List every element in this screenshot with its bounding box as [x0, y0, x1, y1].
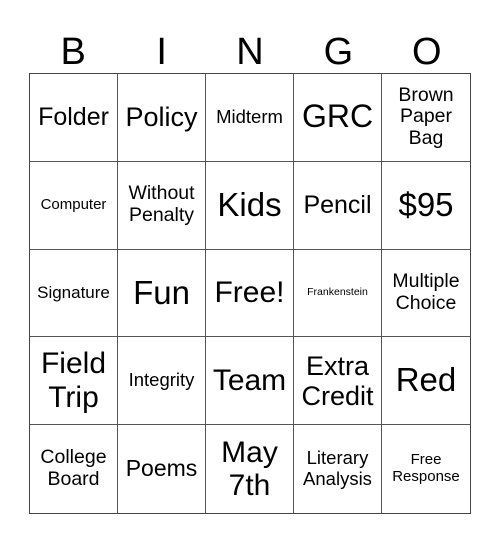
bingo-cell[interactable]: Signature — [30, 249, 118, 338]
header-letter-o: O — [412, 31, 442, 73]
bingo-cell[interactable]: College Board — [30, 425, 118, 513]
bingo-cell[interactable]: Midterm — [206, 74, 294, 162]
header-letter-n: N — [236, 31, 264, 73]
bingo-cell[interactable]: May 7th — [206, 425, 294, 513]
bingo-cell[interactable]: Integrity — [118, 337, 206, 426]
bingo-cell[interactable]: GRC — [294, 74, 382, 162]
bingo-cell[interactable]: Poems — [118, 425, 206, 513]
bingo-cell[interactable]: Team — [206, 337, 294, 426]
bingo-cell[interactable]: Brown Paper Bag — [382, 74, 470, 162]
bingo-cell[interactable]: Multiple Choice — [382, 250, 470, 338]
header-letter-i: I — [156, 31, 167, 73]
bingo-cell[interactable]: Free Response — [382, 425, 470, 513]
bingo-cell[interactable]: Computer — [30, 161, 118, 250]
bingo-grid: Folder Policy Midterm GRC Brown Paper Ba… — [29, 73, 471, 514]
bingo-cell[interactable]: Folder — [30, 74, 118, 162]
bingo-header: B I N G O — [29, 30, 471, 74]
header-letter-g: G — [323, 31, 354, 73]
bingo-cell[interactable]: Pencil — [294, 161, 382, 250]
bingo-cell[interactable]: Without Penalty — [118, 161, 206, 250]
bingo-cell[interactable]: Red — [382, 337, 470, 426]
bingo-cell[interactable]: Frankenstein — [294, 249, 382, 338]
bingo-cell[interactable]: Policy — [118, 74, 206, 162]
bingo-cell[interactable]: Extra Credit — [294, 337, 382, 426]
bingo-cell[interactable]: Kids — [206, 161, 294, 250]
header-letter-b: B — [60, 31, 86, 73]
bingo-cell[interactable]: $95 — [382, 162, 470, 250]
bingo-cell[interactable]: Literary Analysis — [294, 425, 382, 513]
bingo-cell[interactable]: Fun — [118, 249, 206, 338]
bingo-cell[interactable]: Field Trip — [30, 337, 118, 426]
free-space-cell[interactable]: Free! — [206, 249, 294, 338]
